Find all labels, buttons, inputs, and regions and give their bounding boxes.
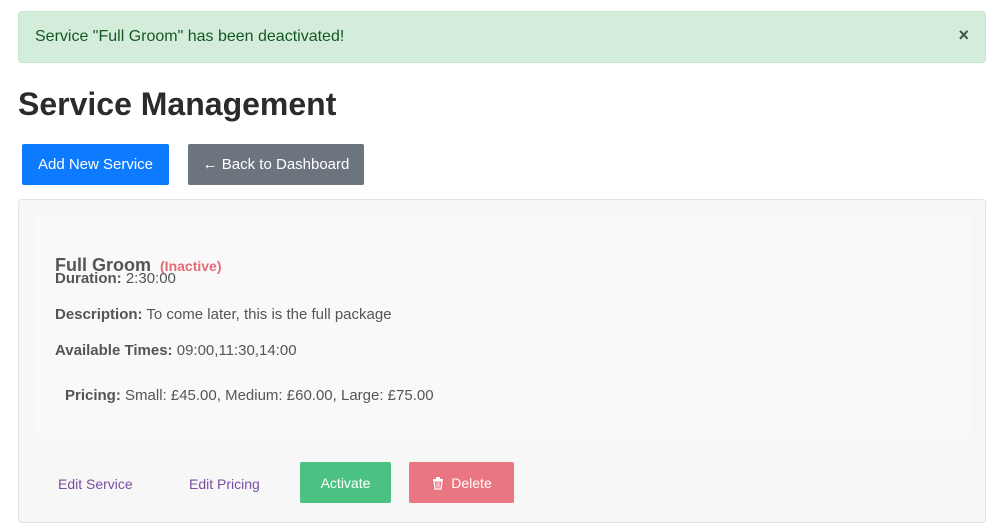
- close-icon[interactable]: ×: [958, 26, 969, 44]
- trash-icon: [433, 476, 444, 490]
- available-times-value: 09:00,11:30,14:00: [176, 342, 297, 359]
- pricing-row: Pricing: Small: £45.00, Medium: £60.00, …: [65, 387, 434, 404]
- description-value: To come later, this is the full package: [146, 306, 392, 323]
- duration-row: Duration: 2:30:00: [55, 270, 176, 287]
- activate-button[interactable]: Activate: [300, 462, 391, 503]
- service-panel: Full Groom (Inactive) Duration: 2:30:00 …: [18, 199, 986, 523]
- service-card: Full Groom (Inactive) Duration: 2:30:00 …: [35, 215, 971, 438]
- edit-pricing-link[interactable]: Edit Pricing: [189, 476, 260, 492]
- add-new-service-button[interactable]: Add New Service: [22, 144, 169, 185]
- description-row: Description: To come later, this is the …: [55, 306, 392, 323]
- delete-button[interactable]: Delete: [409, 462, 514, 503]
- description-label: Description:: [55, 306, 143, 323]
- available-times-label: Available Times:: [55, 342, 173, 359]
- alert-message: Service "Full Groom" has been deactivate…: [35, 28, 345, 45]
- pricing-label: Pricing:: [65, 387, 121, 404]
- pricing-value: Small: £45.00, Medium: £60.00, Large: £7…: [125, 387, 434, 404]
- edit-service-link[interactable]: Edit Service: [58, 476, 133, 492]
- back-to-dashboard-button[interactable]: ← Back to Dashboard: [188, 144, 364, 185]
- duration-value: 2:30:00: [125, 270, 176, 287]
- duration-label: Duration:: [55, 270, 122, 287]
- delete-label: Delete: [451, 474, 492, 491]
- success-alert: Service "Full Groom" has been deactivate…: [18, 11, 986, 63]
- page-title: Service Management: [18, 86, 337, 122]
- available-times-row: Available Times: 09:00,11:30,14:00: [55, 342, 297, 359]
